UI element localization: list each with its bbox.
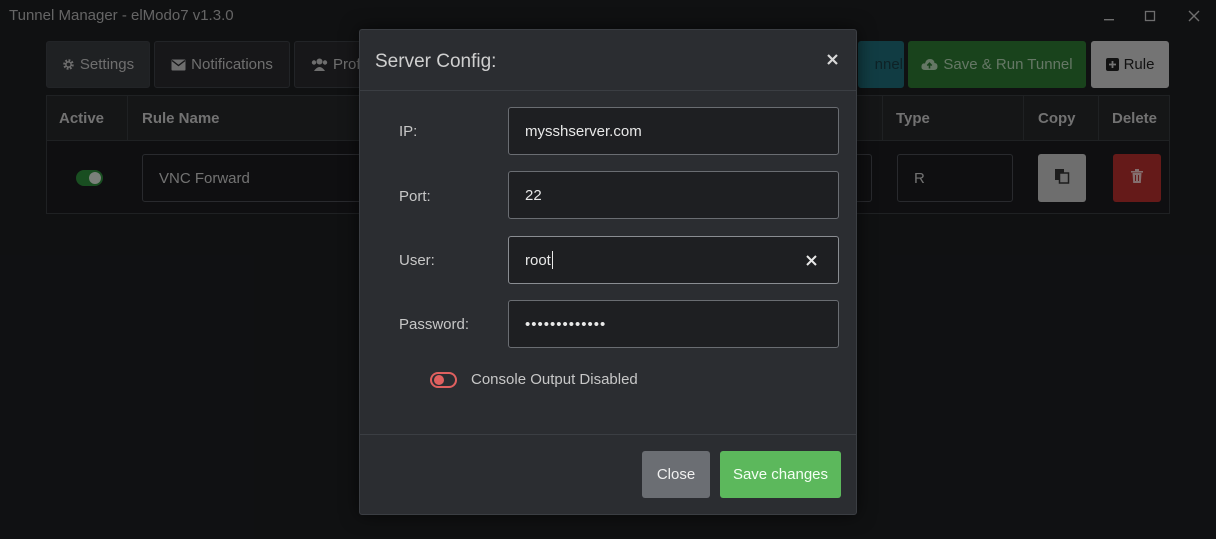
close-button-label: Close <box>656 466 696 483</box>
ip-value: mysshserver.com <box>525 122 642 140</box>
ip-input[interactable]: mysshserver.com <box>508 107 839 155</box>
user-input[interactable]: root <box>508 236 839 284</box>
dialog-header: Server Config: <box>360 30 856 91</box>
ip-label: IP: <box>399 123 418 140</box>
dialog-close-icon[interactable] <box>824 51 840 67</box>
user-value: root <box>525 251 551 269</box>
port-value: 22 <box>525 186 542 204</box>
user-label: User: <box>399 252 435 269</box>
clear-input-icon[interactable] <box>804 253 818 267</box>
password-label: Password: <box>399 316 470 333</box>
save-changes-button[interactable]: Save changes <box>720 451 841 498</box>
close-button[interactable]: Close <box>642 451 710 498</box>
server-config-dialog: Server Config: IP: mysshserver.com Port:… <box>359 29 857 515</box>
text-caret <box>551 251 553 269</box>
save-changes-label: Save changes <box>732 466 829 483</box>
port-input[interactable]: 22 <box>508 171 839 219</box>
port-label: Port: <box>399 188 431 205</box>
console-output-label: Console Output Disabled <box>471 371 638 388</box>
password-input[interactable]: ••••••••••••• <box>508 300 839 348</box>
password-value: ••••••••••••• <box>525 315 607 333</box>
dialog-footer-divider <box>360 434 856 435</box>
dialog-title: Server Config: <box>375 51 497 72</box>
console-output-toggle[interactable] <box>430 372 457 388</box>
